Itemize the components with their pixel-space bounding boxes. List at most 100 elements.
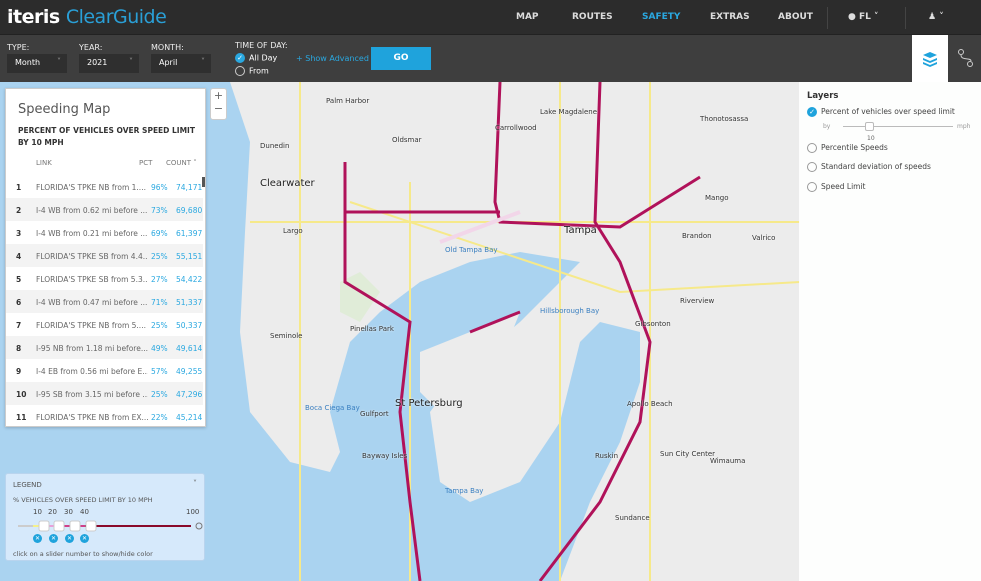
row-number: 10 — [16, 390, 27, 399]
from-radio[interactable]: From — [235, 66, 269, 76]
nav-map[interactable]: MAP — [516, 12, 539, 22]
threshold-slider[interactable] — [843, 126, 953, 127]
hide-color-icon[interactable]: ✕ — [49, 534, 58, 543]
map-label: Pinellas Park — [350, 325, 394, 333]
row-count: 69,680 — [176, 206, 203, 215]
scrollbar[interactable] — [202, 177, 205, 187]
row-link: FLORIDA'S TPKE NB from EX... — [36, 413, 148, 422]
row-link: I-95 SB from 3.15 mi before ... — [36, 390, 148, 399]
table-row[interactable]: 8 I-95 NB from 1.18 mi before... 49% 49,614 — [6, 336, 203, 359]
chevron-down-icon: ˅ — [874, 12, 879, 22]
row-number: 3 — [16, 229, 22, 238]
zoom-control: + − — [210, 88, 227, 120]
table-row[interactable]: 9 I-4 EB from 0.56 mi before E... 57% 49,25… — [6, 359, 203, 382]
type-label: TYPE: — [7, 43, 30, 52]
row-pct: 49% — [151, 344, 168, 353]
show-advanced-link[interactable]: + Show Advanced — [296, 54, 369, 63]
map-label: Mango — [705, 194, 729, 202]
filter-toolbar — [0, 35, 981, 82]
month-select[interactable]: April ˅ — [151, 54, 211, 73]
row-link: FLORIDA'S TPKE SB from 5.3... — [36, 275, 148, 284]
region-selector[interactable]: ● FL ˅ — [848, 12, 879, 22]
zoom-in-button[interactable]: + — [211, 89, 226, 102]
row-pct: 25% — [151, 321, 168, 330]
map-label: Carrollwood — [495, 124, 537, 132]
map-label: Sun City Center — [660, 450, 716, 458]
legend-hint: click on a slider number to show/hide co… — [13, 550, 153, 558]
hide-color-icon[interactable]: ✕ — [80, 534, 89, 543]
row-link: FLORIDA'S TPKE NB from 1.... — [36, 183, 146, 192]
map-label: Dunedin — [260, 142, 290, 150]
nav-safety[interactable]: SAFETY — [642, 12, 680, 22]
zoom-out-button[interactable]: − — [211, 102, 226, 115]
row-count: 49,614 — [176, 344, 203, 353]
row-pct: 69% — [151, 229, 168, 238]
map-label: Thonotosassa — [700, 115, 749, 123]
legend-stop[interactable]: 30 — [64, 508, 73, 516]
map-label: Old Tampa Bay — [445, 246, 498, 254]
nav-about[interactable]: ABOUT — [778, 12, 813, 22]
nav-routes[interactable]: ROUTES — [572, 12, 613, 22]
row-count: 61,397 — [176, 229, 203, 238]
type-select[interactable]: Month ˅ — [7, 54, 67, 73]
map-label: Brandon — [682, 232, 712, 240]
nav-extras[interactable]: EXTRAS — [710, 12, 750, 22]
row-count: 51,337 — [176, 298, 203, 307]
legend-max: 100 — [186, 508, 200, 516]
map-label: Oldsmar — [392, 136, 422, 144]
user-menu[interactable]: ♟ ˅ — [928, 12, 944, 22]
layer-option-percentile[interactable]: Percentile Speeds — [807, 143, 888, 153]
map-label: Ruskin — [595, 452, 619, 460]
column-count[interactable]: COUNT ˅ — [166, 159, 197, 167]
row-pct: 73% — [151, 206, 168, 215]
table-row[interactable]: 5 FLORIDA'S TPKE SB from 5.3... 27% 54,422 — [6, 267, 203, 290]
map-label: Palm Harbor — [326, 97, 370, 105]
map-label: Tampa — [564, 225, 597, 236]
go-button[interactable]: GO — [371, 47, 431, 70]
legend-stop[interactable]: 40 — [80, 508, 89, 516]
row-link: I-4 WB from 0.21 mi before ... — [36, 229, 148, 238]
column-pct[interactable]: PCT — [139, 159, 152, 167]
table-row[interactable]: 6 I-4 WB from 0.47 mi before ... 71% 51,337 — [6, 290, 203, 313]
layer-option-stddev[interactable]: Standard deviation of speeds — [807, 162, 931, 172]
map-label: Apollo Beach — [627, 400, 673, 408]
row-count: 74,171 — [176, 183, 203, 192]
chevron-down-icon: ˅ — [129, 57, 133, 66]
layers-tab[interactable] — [912, 35, 948, 82]
row-pct: 96% — [151, 183, 168, 192]
layers-icon — [923, 52, 937, 67]
row-link: I-4 WB from 0.62 mi before ... — [36, 206, 148, 215]
table-row[interactable]: 11 FLORIDA'S TPKE NB from EX... 22% 45,214 — [6, 405, 203, 428]
sort-desc-icon: ˅ — [193, 159, 197, 167]
table-row[interactable]: 10 I-95 SB from 3.15 mi before ... 25% 47,2… — [6, 382, 203, 405]
logo[interactable]: iteris ClearGuide — [7, 6, 167, 28]
table-row[interactable]: 1 FLORIDA'S TPKE NB from 1.... 96% 74,171 — [6, 175, 203, 198]
legend-title[interactable]: LEGEND — [13, 481, 42, 489]
map-label: Riverview — [680, 297, 715, 305]
table-row[interactable]: 2 I-4 WB from 0.62 mi before ... 73% 69,680 — [6, 198, 203, 221]
map-label: Valrico — [752, 234, 776, 242]
layer-option-percent[interactable]: ✓ Percent of vehicles over speed limit — [807, 107, 955, 117]
table-row[interactable]: 3 I-4 WB from 0.21 mi before ... 69% 61,397 — [6, 221, 203, 244]
hide-color-icon[interactable]: ✕ — [33, 534, 42, 543]
map-label: Clearwater — [260, 178, 315, 189]
map-label: Bayway Isles — [362, 452, 408, 460]
all-day-radio[interactable]: ✓ All Day — [235, 53, 277, 63]
hide-color-icon[interactable]: ✕ — [65, 534, 74, 543]
row-number: 4 — [16, 252, 22, 261]
row-count: 55,151 — [176, 252, 203, 261]
table-row[interactable]: 4 FLORIDA'S TPKE SB from 4.4... 25% 55,151 — [6, 244, 203, 267]
row-count: 47,296 — [176, 390, 203, 399]
year-select[interactable]: 2021 ˅ — [79, 54, 139, 73]
layer-option-speed-limit[interactable]: Speed Limit — [807, 182, 866, 192]
legend-color-slider[interactable] — [13, 520, 203, 532]
map-label: Wimauma — [710, 457, 746, 465]
location-pin-icon: ● — [848, 12, 856, 22]
routes-tab[interactable] — [949, 35, 981, 82]
legend-stop[interactable]: 10 — [33, 508, 42, 516]
slider-handle[interactable] — [865, 122, 874, 131]
chevron-down-icon[interactable]: ˅ — [193, 479, 197, 488]
table-row[interactable]: 7 FLORIDA'S TPKE NB from 5.... 25% 50,337 — [6, 313, 203, 336]
legend-stop[interactable]: 20 — [48, 508, 57, 516]
column-link[interactable]: LINK — [36, 159, 52, 167]
